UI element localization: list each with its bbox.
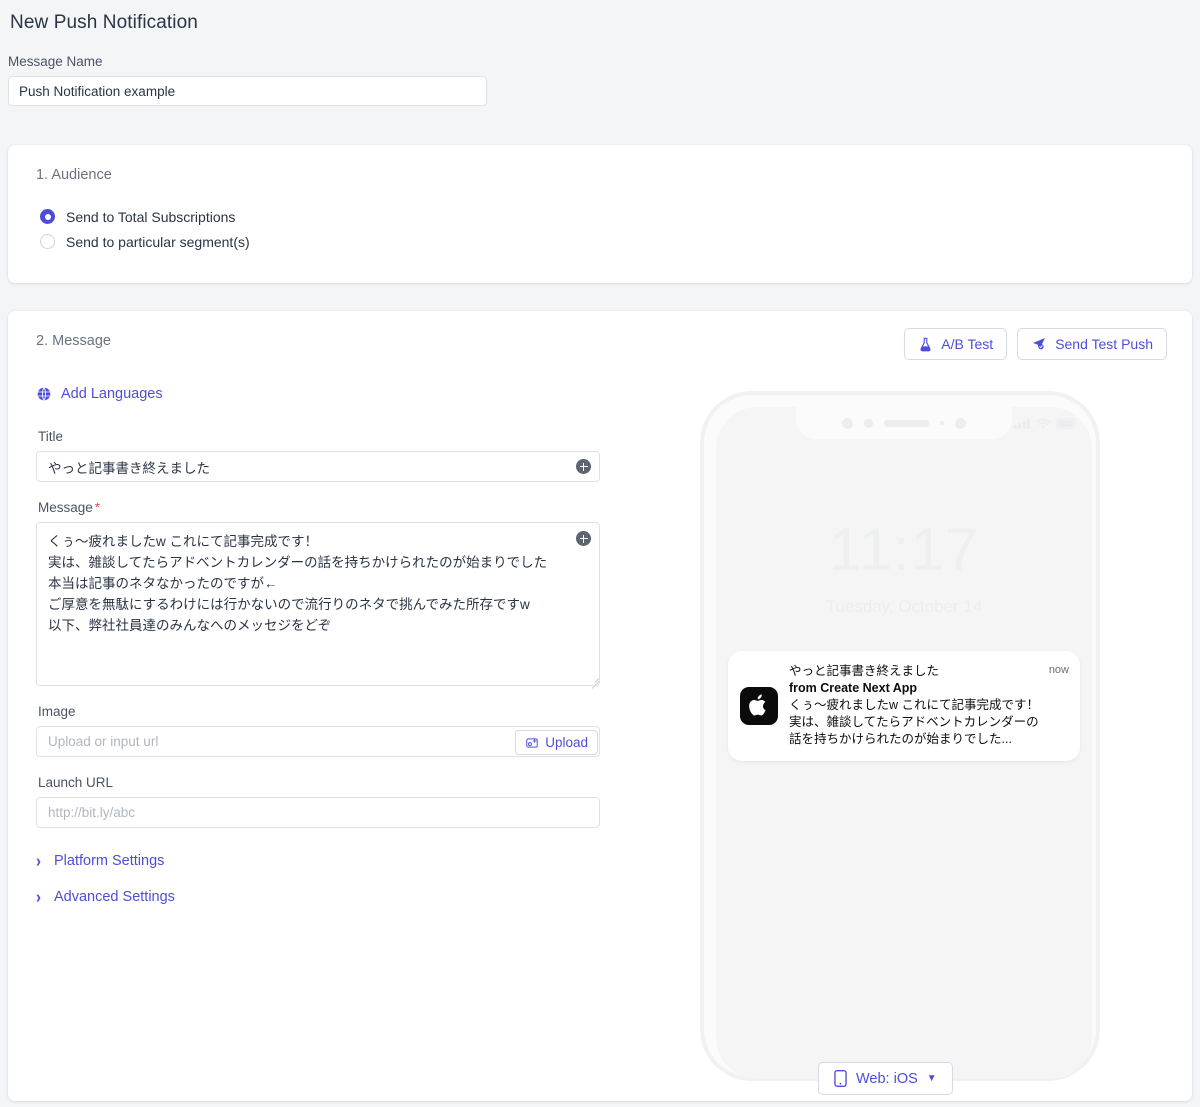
chevron-down-icon: ▼ [926,1073,937,1084]
upload-label: Upload [545,735,588,750]
notification-title: やっと記事書き終えました [789,664,940,678]
message-header: 2. Message A/B Test Send Test Push [8,311,1192,371]
message-name-block: Message Name [0,34,1200,106]
notification-text: くぅ〜疲れましたw これにて記事完成です！ 実は、雑談してたらアドベントカレンダ… [789,698,1040,746]
image-field-wrap: Upload [36,726,602,757]
message-add-variable-icon[interactable] [576,531,591,546]
launch-url-label: Launch URL [38,775,114,790]
message-card: 2. Message A/B Test Send Test Push Add L… [8,311,1192,1101]
audience-section-title: 1. Audience [36,167,112,183]
send-test-push-button[interactable]: Send Test Push [1017,328,1167,360]
flask-icon [920,337,931,351]
platform-settings-toggle[interactable]: › Platform Settings [36,851,602,871]
radio-option-particular-segments[interactable]: Send to particular segment(s) [40,229,1192,254]
chevron-right-icon: › [36,887,41,907]
phone-status-bar [1013,418,1079,429]
sensor-dot-icon [940,421,944,425]
phone-notch [796,407,1012,439]
radio-option-label: Send to particular segment(s) [66,233,250,250]
phone-screen: 11:17 Tuesday, October 14 やっと記事書き終えました f… [716,407,1092,1079]
signal-icon [1013,419,1030,429]
lockscreen-date: Tuesday, October 14 [825,597,983,616]
radio-option-total-subscriptions[interactable]: Send to Total Subscriptions [40,204,1192,229]
speaker-grille-icon [884,419,929,427]
apple-logo-icon [749,694,766,716]
platform-settings-label: Platform Settings [54,853,165,869]
ab-test-button[interactable]: A/B Test [904,328,1008,360]
sensor-dot-icon [864,418,873,428]
platform-select-dropdown[interactable]: Web: iOS ▼ [818,1062,953,1095]
radio-selected-icon[interactable] [40,209,55,224]
wifi-icon [1036,418,1050,429]
upload-image-icon [526,737,538,748]
app-icon [740,686,778,725]
platform-select-label: Web: iOS [856,1070,918,1087]
notification-timestamp: now [1048,664,1069,676]
sensor-dot-icon [842,417,853,429]
camera-dot-icon [955,417,966,429]
required-asterisk: * [94,500,101,515]
message-body-label: Message * [38,500,602,515]
message-form-column: Title Message* くぅ〜疲れましたw これにて記事完成です！ 実は、… [36,429,602,907]
notification-preview-card: やっと記事書き終えました from Create Next App くぅ〜疲れま… [728,651,1080,761]
lockscreen-clock: 11:17 [828,516,980,583]
add-languages-label: Add Languages [61,386,163,402]
upload-button[interactable]: Upload [515,730,598,755]
globe-icon [37,387,51,401]
title-add-variable-icon[interactable] [576,459,591,474]
audience-radio-group: Send to Total Subscriptions Send to part… [8,183,1192,254]
phone-frame: 11:17 Tuesday, October 14 やっと記事書き終えました f… [700,391,1100,1081]
message-body-textarea[interactable]: くぅ〜疲れましたw これにて記事完成です！ 実は、雑談してたらアドベントカレンダ… [36,522,600,686]
image-label: Image [38,704,76,719]
notification-app-name: from Create Next App [789,681,918,695]
title-input[interactable] [36,451,600,482]
message-name-label: Message Name [8,54,103,69]
send-test-push-label: Send Test Push [1055,336,1153,352]
title-field-wrap [36,451,602,482]
ab-test-label: A/B Test [941,336,994,352]
radio-unselected-icon[interactable] [40,234,55,249]
launch-url-input[interactable] [36,797,600,828]
advanced-settings-label: Advanced Settings [54,889,175,905]
message-body-label-text: Message [38,500,93,515]
advanced-settings-toggle[interactable]: › Advanced Settings [36,887,602,907]
phone-preview: 11:17 Tuesday, October 14 やっと記事書き終えました f… [676,391,1126,1081]
message-body-wrap: くぅ〜疲れましたw これにて記事完成です！ 実は、雑談してたらアドベントカレンダ… [36,522,602,689]
mobile-device-icon [834,1070,847,1087]
chevron-right-icon: › [36,851,41,871]
radio-option-label: Send to Total Subscriptions [66,208,236,225]
message-name-input[interactable] [8,76,487,106]
send-icon [1033,338,1046,350]
add-languages-button[interactable]: Add Languages [36,386,163,402]
message-header-actions: A/B Test Send Test Push [904,328,1167,360]
battery-icon [1056,418,1078,429]
title-label: Title [38,429,64,444]
notification-body: やっと記事書き終えました from Create Next App くぅ〜疲れま… [789,663,1069,748]
audience-card: 1. Audience Send to Total Subscriptions … [8,145,1192,283]
launch-url-wrap [36,797,602,828]
page-title: New Push Notification [10,12,198,33]
